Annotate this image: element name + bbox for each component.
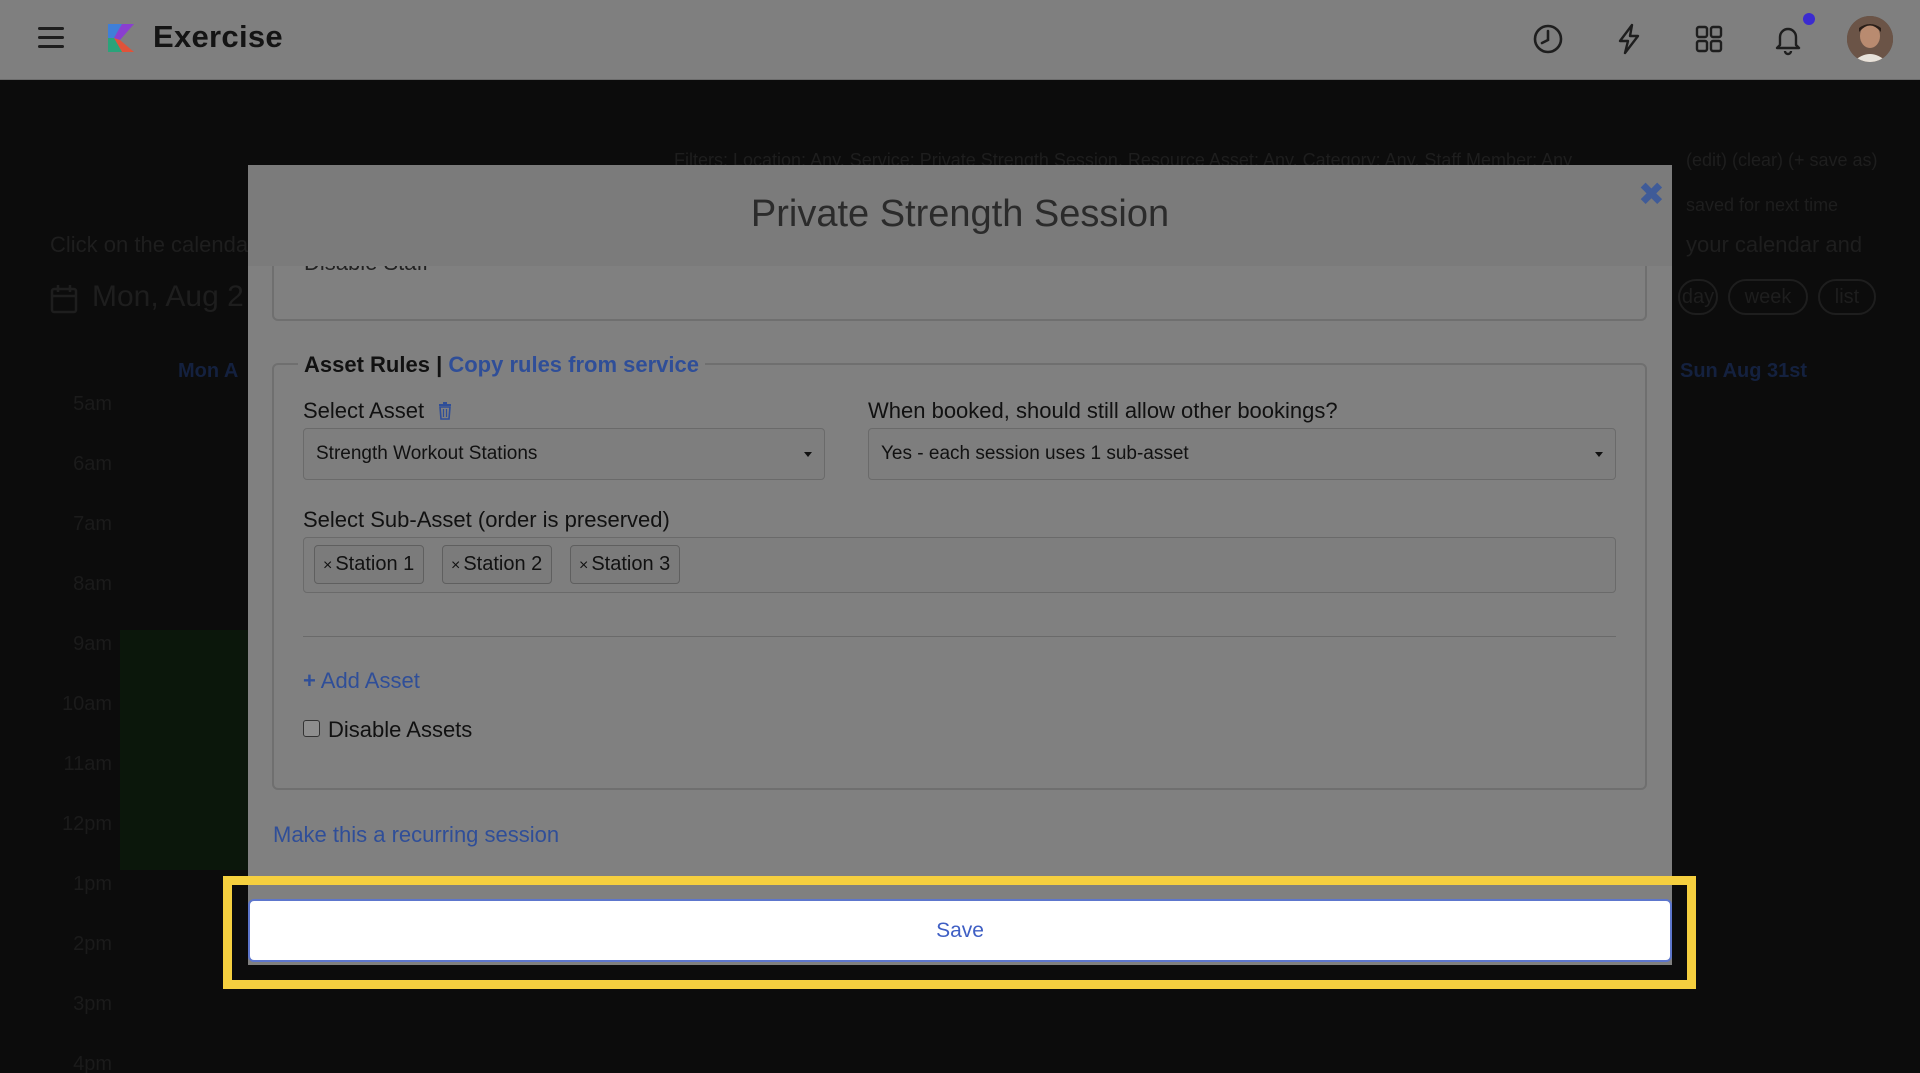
save-button[interactable]: Save [248, 899, 1672, 962]
asset-select-value: Strength Workout Stations [316, 443, 538, 464]
staff-rules-fieldset [272, 266, 1647, 321]
subasset-label: Select Sub-Asset (order is preserved) [303, 507, 670, 532]
copy-rules-link[interactable]: Copy rules from service [448, 352, 699, 377]
day-column-header-left: Mon A [178, 360, 239, 382]
add-asset-link[interactable]: + Add Asset [303, 668, 420, 694]
view-list-button[interactable]: list [1818, 279, 1876, 315]
asset-rules-title: Asset Rules [304, 352, 430, 377]
allow-bookings-value: Yes - each session uses 1 sub-asset [881, 443, 1189, 464]
day-column-header-right: Sun Aug 31st [1680, 360, 1808, 382]
trash-icon[interactable] [438, 402, 452, 420]
hour-label: 1pm [73, 873, 112, 895]
calendar-icon [50, 285, 78, 314]
subasset-tag-label: Station 3 [591, 553, 671, 575]
hour-label: 5am [73, 393, 112, 415]
modal-title: Private Strength Session [750, 193, 1170, 235]
remove-tag-icon[interactable]: × [451, 557, 460, 574]
view-day-button[interactable]: day [1678, 279, 1718, 315]
remove-tag-icon[interactable]: × [579, 557, 588, 574]
hour-label: 4pm [73, 1053, 112, 1073]
app-title[interactable]: Exercise [153, 19, 283, 55]
lightning-icon[interactable] [1612, 22, 1646, 56]
recurring-session-link[interactable]: Make this a recurring session [273, 822, 559, 848]
chevron-down-icon [804, 452, 812, 457]
hour-label: 10am [62, 693, 113, 715]
hour-label: 11am [63, 753, 112, 775]
date-heading: Mon, Aug 2 [92, 280, 244, 313]
user-photo-icon [1847, 16, 1893, 62]
hour-label: 12pm [62, 813, 113, 835]
add-asset-label: Add Asset [320, 668, 420, 693]
calendar-event-block[interactable] [120, 630, 250, 870]
bell-icon[interactable] [1771, 22, 1805, 56]
legend-separator: | [429, 352, 449, 377]
hour-label: 2pm [73, 933, 112, 955]
apps-grid-icon[interactable] [1692, 22, 1726, 56]
asset-select[interactable]: Strength Workout Stations [303, 428, 825, 480]
subasset-multiselect[interactable]: × Station 1 × Station 2 × Station 3 [303, 537, 1616, 593]
settings-link[interactable]: saved for next time [1686, 195, 1838, 216]
divider [303, 636, 1616, 637]
disable-assets-checkbox[interactable] [303, 720, 320, 737]
calendar-hint: Click on the calendar [50, 232, 256, 257]
top-navigation-bar: Exercise [0, 0, 1920, 80]
subasset-tag-label: Station 1 [335, 553, 415, 575]
hour-label: 8am [73, 573, 112, 595]
subasset-tag[interactable]: × Station 3 [570, 545, 681, 584]
calendar-hint-right: your calendar and [1686, 232, 1863, 257]
subasset-tag-label: Station 2 [463, 553, 543, 575]
subasset-tag[interactable]: × Station 1 [314, 545, 425, 584]
view-week-button[interactable]: week [1728, 279, 1808, 315]
user-avatar[interactable] [1847, 16, 1893, 62]
select-asset-label: Select Asset [303, 398, 425, 423]
hour-label: 3pm [73, 993, 112, 1015]
modal-header: Private Strength Session ✖ [248, 165, 1672, 266]
notification-dot [1803, 13, 1815, 25]
history-icon[interactable] [1531, 22, 1565, 56]
hour-label: 7am [73, 513, 112, 535]
filters-links[interactable]: (edit) (clear) (+ save as) [1686, 150, 1878, 171]
asset-rules-legend: Asset Rules | Copy rules from service [298, 352, 706, 378]
remove-tag-icon[interactable]: × [323, 557, 332, 574]
hour-label: 9am [73, 633, 112, 655]
menu-icon[interactable] [38, 27, 64, 49]
hour-label: 6am [73, 453, 112, 475]
allow-bookings-select[interactable]: Yes - each session uses 1 sub-asset [868, 428, 1616, 480]
subasset-tag[interactable]: × Station 2 [442, 545, 553, 584]
disable-assets-label: Disable Assets [328, 717, 473, 742]
plus-icon: + [303, 668, 316, 693]
allow-bookings-label: When booked, should still allow other bo… [868, 398, 1338, 423]
chevron-down-icon [1595, 452, 1603, 457]
close-icon[interactable]: ✖ [1638, 175, 1665, 213]
app-logo-icon[interactable] [104, 20, 140, 56]
